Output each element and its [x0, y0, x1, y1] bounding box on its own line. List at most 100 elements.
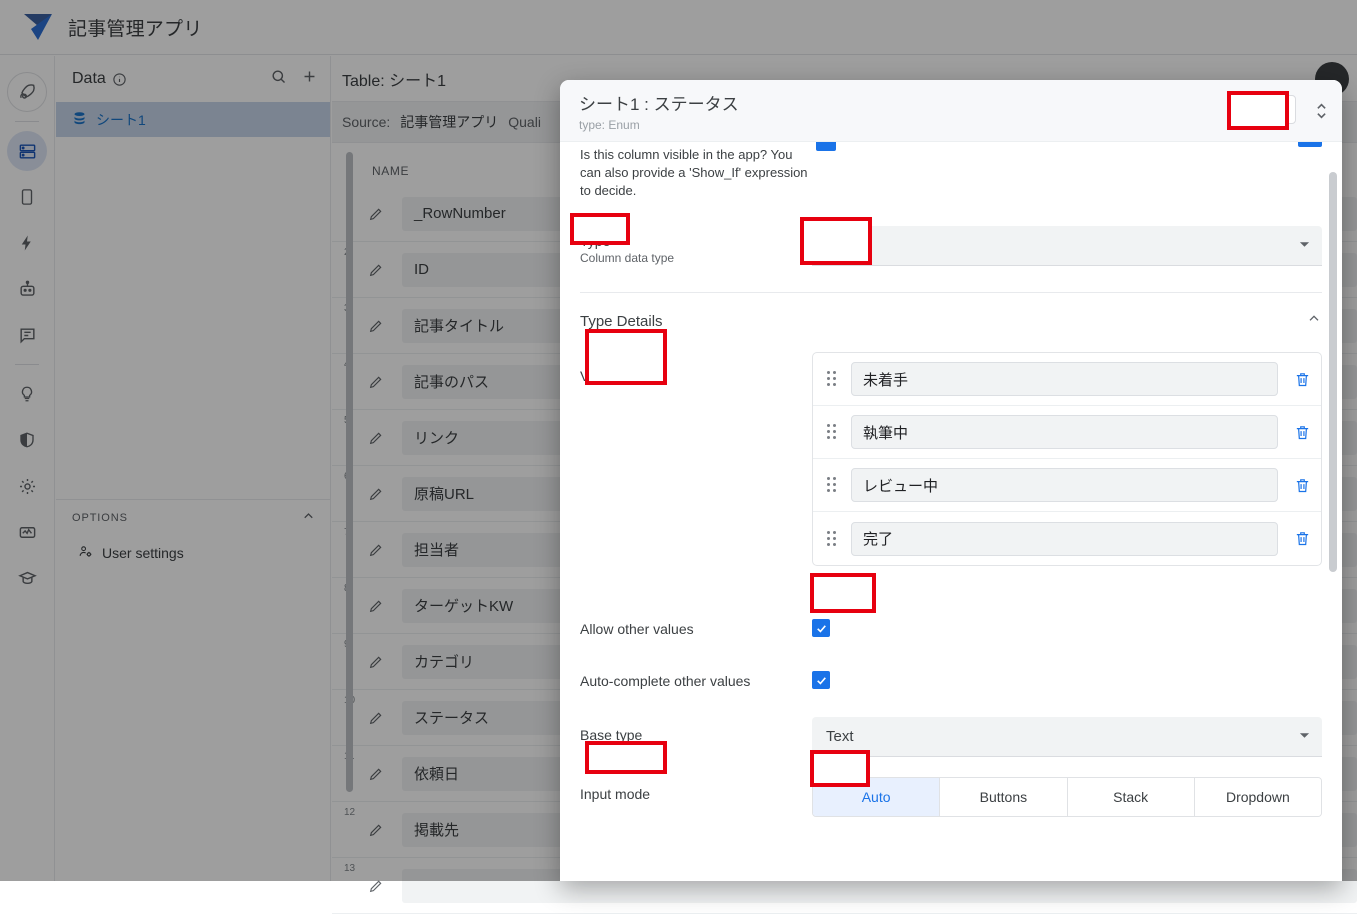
show-checkbox-clipped[interactable]: [816, 142, 836, 151]
appsheet-logo-icon[interactable]: [18, 10, 58, 44]
annotation-fill-add: [812, 575, 874, 611]
input-mode-segmented-control: Auto Buttons Stack Dropdown: [812, 777, 1322, 817]
info-icon[interactable]: [112, 72, 127, 87]
user-settings-icon: [78, 544, 93, 562]
values-list: 未着手執筆中レビュー中完了: [812, 352, 1322, 566]
annotation-fill-type-label: [572, 215, 628, 243]
source-value[interactable]: 記事管理アプリ: [400, 112, 498, 132]
dialog-body: Is this column visible in the app? You c…: [560, 142, 1342, 881]
sidebar-item-rocket[interactable]: [7, 72, 47, 112]
sidebar-item-learn[interactable]: [7, 558, 47, 598]
sidebar-item-ideas[interactable]: [7, 374, 47, 414]
edit-pencil-icon[interactable]: [368, 430, 384, 446]
drag-handle-icon[interactable]: [827, 371, 839, 387]
base-type-row: Base type Text: [580, 717, 1322, 757]
sidebar-item-security[interactable]: [7, 420, 47, 460]
annotation-fill-values-label: [587, 331, 665, 383]
page-title: 記事管理アプリ: [68, 18, 203, 40]
edit-pencil-icon[interactable]: [368, 542, 384, 558]
input-mode-row: Input mode Auto Buttons Stack Dropdown: [580, 777, 1322, 817]
allow-other-values-row: Allow other values: [580, 619, 1322, 637]
dialog-scrollbar[interactable]: [1329, 172, 1337, 572]
options-section: OPTIONS User settings: [56, 499, 330, 570]
sidebar-item-app[interactable]: [7, 177, 47, 217]
data-panel-title: Data: [72, 70, 106, 87]
value-input[interactable]: 執筆中: [851, 415, 1278, 449]
allow-other-values-label: Allow other values: [580, 621, 694, 637]
annotation-fill-base-type-label: [587, 743, 665, 772]
show-if-description-row: Is this column visible in the app? You c…: [580, 142, 1322, 200]
value-row: 未着手: [813, 353, 1321, 406]
chevron-up-icon[interactable]: [301, 509, 316, 527]
type-select[interactable]: Enum: [812, 226, 1322, 266]
dialog-title: シート1 : ステータス: [579, 95, 739, 114]
chevron-down-icon: [1299, 728, 1310, 745]
sidebar-item-settings[interactable]: [7, 466, 47, 506]
section-divider: [580, 292, 1322, 293]
left-icon-rail: [0, 56, 55, 881]
drag-handle-icon[interactable]: [827, 424, 839, 440]
value-row: レビュー中: [813, 459, 1321, 512]
edit-pencil-icon[interactable]: [368, 318, 384, 334]
edit-pencil-icon[interactable]: [368, 374, 384, 390]
value-input[interactable]: 未着手: [851, 362, 1278, 396]
quality-label: Quali: [508, 114, 541, 130]
search-icon[interactable]: [270, 68, 287, 90]
base-type-select[interactable]: Text: [812, 717, 1322, 757]
allow-other-values-checkbox[interactable]: [812, 619, 830, 637]
edit-pencil-icon[interactable]: [368, 822, 384, 838]
expand-collapse-icon[interactable]: [1315, 101, 1328, 126]
type-details-title: Type Details: [580, 313, 663, 330]
edit-pencil-icon[interactable]: [368, 206, 384, 222]
edit-pencil-icon[interactable]: [368, 654, 384, 670]
sidebar-item-data[interactable]: [7, 131, 47, 171]
chevron-down-icon: [1299, 237, 1310, 254]
edit-pencil-icon[interactable]: [368, 766, 384, 782]
source-label: Source:: [342, 114, 391, 130]
edit-pencil-icon[interactable]: [368, 878, 384, 894]
edit-pencil-icon[interactable]: [368, 262, 384, 278]
data-panel: Data シート1 OPTIONS User settings: [56, 56, 331, 881]
data-panel-header: Data: [56, 56, 330, 102]
auto-complete-label: Auto-complete other values: [580, 673, 751, 689]
table-scrollbar[interactable]: [346, 152, 353, 792]
trash-icon[interactable]: [1294, 424, 1311, 441]
secondary-checkbox-clipped[interactable]: [1298, 142, 1322, 147]
sidebar-item-automation[interactable]: [7, 223, 47, 263]
drag-handle-icon[interactable]: [827, 530, 839, 547]
type-details-header[interactable]: Type Details: [580, 311, 1322, 332]
auto-complete-other-values-row: Auto-complete other values: [580, 671, 1322, 689]
base-type-value: Text: [826, 728, 854, 745]
value-input[interactable]: 完了: [851, 521, 1278, 556]
values-row: Values 未着手執筆中レビュー中完了 Add: [580, 352, 1322, 597]
input-mode-option-stack[interactable]: Stack: [1067, 778, 1195, 816]
base-type-label: Base type: [580, 727, 643, 743]
sidebar-item-intelligence[interactable]: [7, 269, 47, 309]
type-row: Type Column data type Enum: [580, 226, 1322, 266]
trash-icon[interactable]: [1294, 477, 1311, 494]
input-mode-option-dropdown[interactable]: Dropdown: [1194, 778, 1321, 816]
dialog-header: シート1 : ステータス type: Enum Done: [560, 80, 1342, 142]
edit-pencil-icon[interactable]: [368, 486, 384, 502]
rail-divider-2: [15, 364, 39, 365]
input-mode-label: Input mode: [580, 786, 651, 802]
value-input[interactable]: レビュー中: [851, 468, 1278, 502]
chevron-up-icon[interactable]: [1306, 311, 1322, 332]
sidebar-item-table-sheet1[interactable]: シート1: [56, 102, 330, 137]
trash-icon[interactable]: [1294, 371, 1311, 388]
show-if-description: Is this column visible in the app? You c…: [580, 147, 808, 198]
input-mode-option-buttons[interactable]: Buttons: [940, 778, 1068, 816]
annotation-fill-type-value: [802, 219, 870, 263]
edit-pencil-icon[interactable]: [368, 598, 384, 614]
sidebar-item-user-settings[interactable]: User settings: [56, 536, 330, 570]
sidebar-item-chat[interactable]: [7, 315, 47, 355]
edit-pencil-icon[interactable]: [368, 710, 384, 726]
trash-icon[interactable]: [1294, 530, 1311, 547]
sidebar-item-monitor[interactable]: [7, 512, 47, 552]
plus-icon[interactable]: [301, 68, 318, 90]
auto-complete-checkbox[interactable]: [812, 671, 830, 689]
database-icon: [72, 111, 87, 129]
options-header[interactable]: OPTIONS: [56, 500, 330, 536]
user-settings-label: User settings: [102, 545, 184, 561]
drag-handle-icon[interactable]: [827, 477, 839, 493]
